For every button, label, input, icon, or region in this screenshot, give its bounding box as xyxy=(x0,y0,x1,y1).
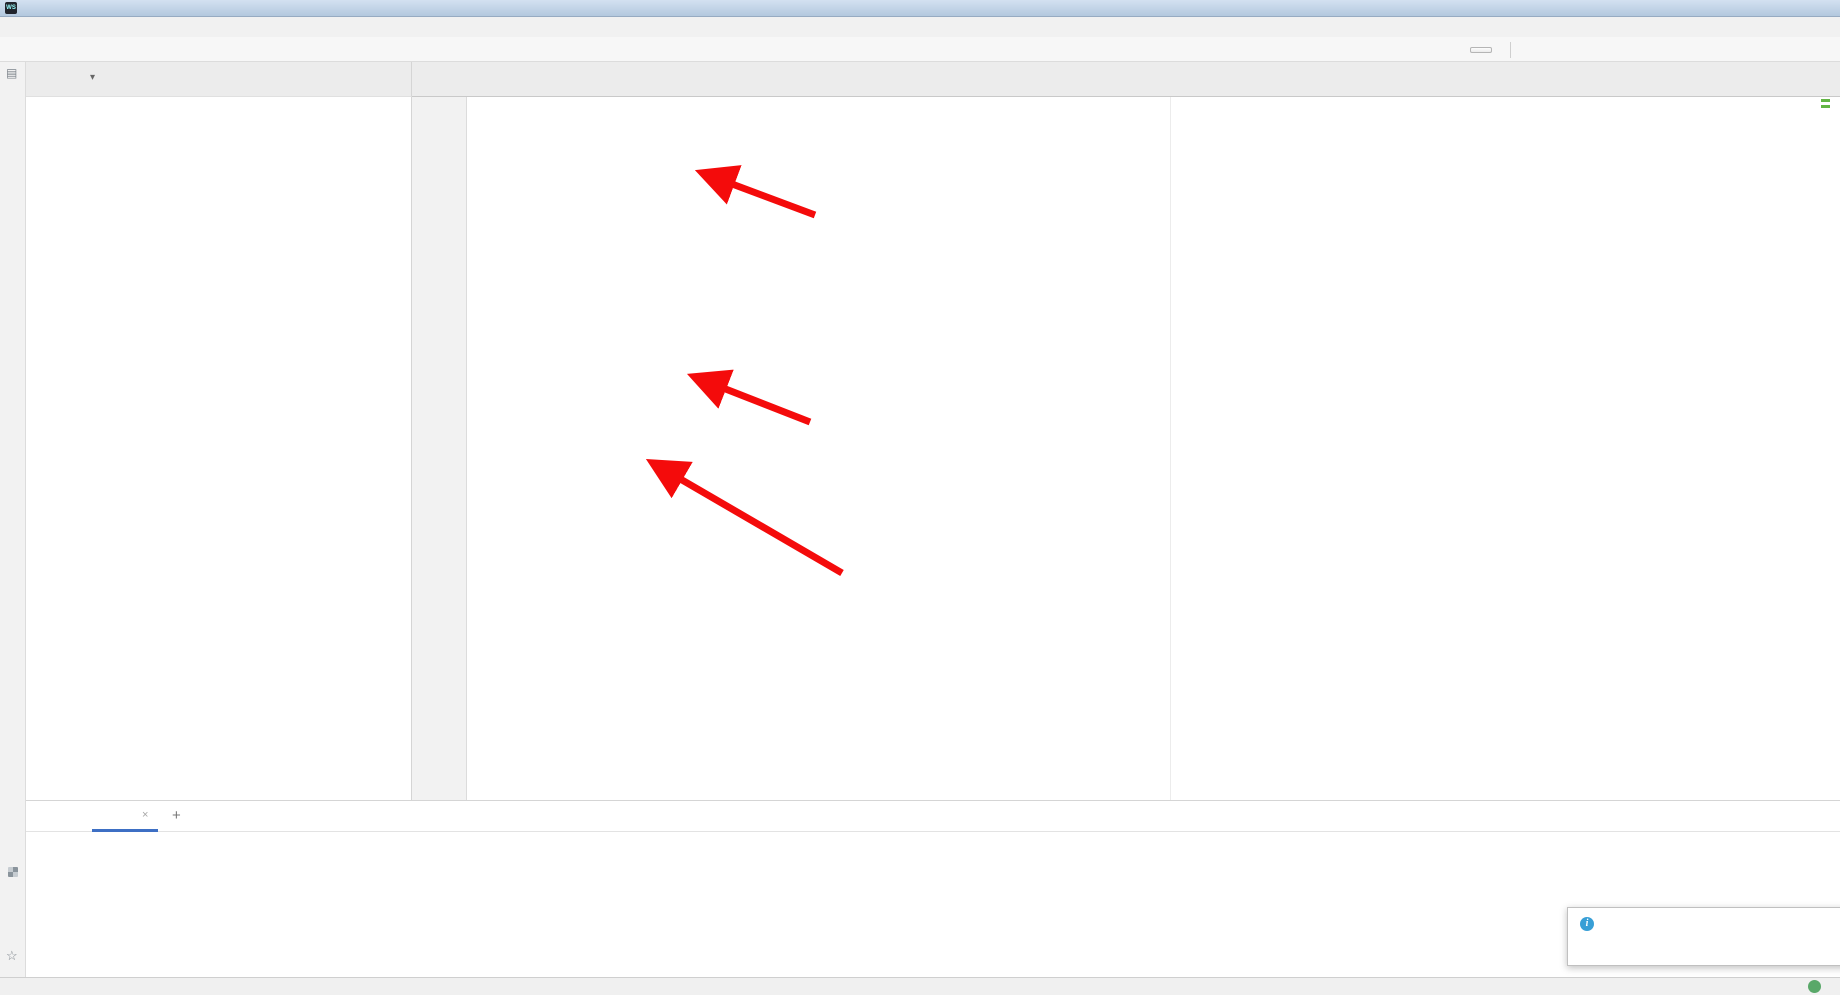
add-configuration-button[interactable] xyxy=(1470,47,1492,53)
event-log[interactable] xyxy=(1808,980,1825,993)
annotation-arrows xyxy=(412,97,1840,800)
editor[interactable] xyxy=(412,97,1840,800)
event-log-badge xyxy=(1808,980,1821,993)
toolbar-row xyxy=(0,37,1840,62)
toolbar-right xyxy=(1470,38,1529,61)
webstorm-logo-icon: WS xyxy=(5,2,17,14)
close-icon[interactable]: × xyxy=(142,809,148,821)
new-terminal-button[interactable]: + xyxy=(172,807,181,824)
menu-bar xyxy=(0,17,1840,37)
project-stripe-icon: ▤ xyxy=(6,66,17,80)
inspection-mark xyxy=(1821,105,1830,108)
tool-window-stripe: ▤ ☆ xyxy=(0,62,26,977)
chevron-down-icon[interactable]: ▾ xyxy=(90,72,95,83)
tool-window-structure[interactable] xyxy=(0,744,26,844)
title-bar: WS xyxy=(0,0,1840,17)
tool-window-project[interactable] xyxy=(0,80,26,155)
project-panel-header: ▾ xyxy=(26,62,412,97)
terminal-header: × + xyxy=(26,801,1840,832)
stripe-grid-icon xyxy=(8,867,18,877)
right-margin-guide xyxy=(1170,97,1171,800)
editor-tab-bar xyxy=(412,62,1840,97)
webstorm-window: WS ▤ ☆ ▾ xyxy=(0,0,1840,995)
info-icon: i xyxy=(1580,917,1594,931)
toolbar-divider xyxy=(1510,42,1511,58)
status-bar xyxy=(0,977,1840,995)
project-tree xyxy=(26,97,412,800)
notification-popup: i xyxy=(1567,907,1840,966)
editor-gutter xyxy=(412,97,467,800)
favorites-star-icon: ☆ xyxy=(6,948,18,964)
inspection-mark xyxy=(1821,99,1830,102)
